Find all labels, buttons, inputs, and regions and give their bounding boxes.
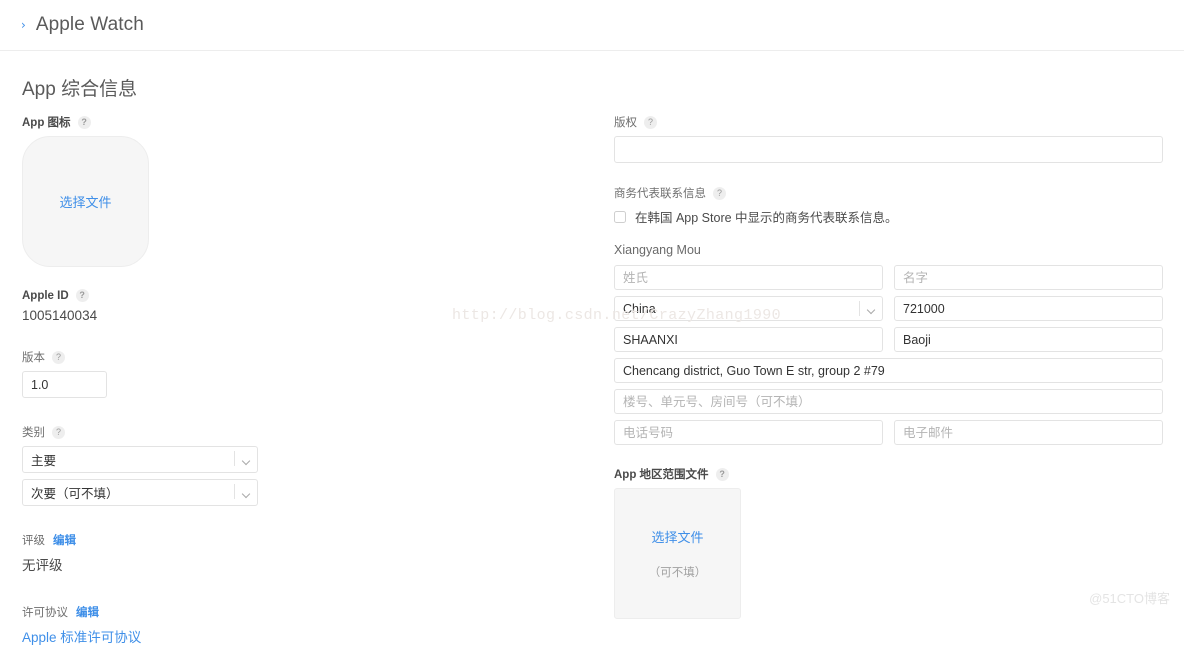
help-icon[interactable]: ? [644,115,657,129]
business-contact-label: 商务代表联系信息 [614,188,706,200]
contact-name-line: Xiangyang Mou [614,243,701,257]
help-icon[interactable]: ? [715,467,729,481]
address-line2-input[interactable] [614,389,1163,414]
license-agreement-link[interactable]: Apple 标准许可协议 [22,626,282,646]
app-icon-label-row: App 图标 ? [22,114,282,130]
help-icon[interactable]: ? [75,289,89,302]
version-label: 版本 [22,352,45,364]
phone-input[interactable] [614,420,883,445]
country-value[interactable] [614,296,883,321]
korea-store-checkbox-label: 在韩国 App Store 中显示的商务代表联系信息。 [635,211,898,225]
help-icon[interactable]: ? [52,350,65,364]
country-select[interactable] [614,296,883,321]
city-input[interactable] [894,327,1163,352]
rating-edit-link[interactable]: 编辑 [53,532,76,548]
license-label: 许可协议 [22,607,68,619]
category-primary-value[interactable] [22,446,258,473]
address-line1-input[interactable] [614,358,1163,383]
category-label: 类别 [22,427,45,439]
apple-id-label-row: Apple ID ? [22,289,282,302]
breadcrumb[interactable]: › Apple Watch [0,14,144,36]
select-divider [234,484,235,499]
region-file-label: App 地区范围文件 [614,469,709,481]
region-file-choose-file-link[interactable]: 选择文件 [651,527,703,546]
license-label-row: 许可协议 编辑 [22,604,282,620]
category-primary-select[interactable] [22,446,258,473]
copyright-label-row: 版权 ? [614,114,1163,130]
apple-id-value: 1005140034 [22,308,98,323]
help-icon[interactable]: ? [52,425,65,439]
last-name-input[interactable] [614,265,883,290]
korea-store-checkbox[interactable] [614,210,626,223]
app-icon-upload-box[interactable]: 选择文件 [22,136,149,267]
app-icon-label: App 图标 [22,117,71,129]
region-file-label-row: App 地区范围文件 ? [614,466,1163,482]
version-label-row: 版本 ? [22,349,282,365]
category-label-row: 类别 ? [22,424,282,440]
category-secondary-value[interactable] [22,479,258,506]
contact-phone-email-grid [614,420,1163,445]
chevron-right-icon: › [21,18,26,32]
page-header: › Apple Watch [0,0,1184,51]
help-icon[interactable]: ? [77,115,91,129]
category-secondary-select[interactable] [22,479,258,506]
province-input[interactable] [614,327,883,352]
left-column: App 图标 ? 选择文件 Apple ID ? 1005140034 版本 ?… [22,114,282,646]
help-icon[interactable]: ? [713,186,726,200]
select-divider [234,451,235,466]
rating-label-row: 评级 编辑 [22,532,282,548]
first-name-input[interactable] [894,265,1163,290]
page-title: App 综合信息 [22,79,138,100]
right-column: 版权 ? 商务代表联系信息 ? 在韩国 App Store 中显示的商务代表联系… [614,114,1163,619]
copyright-label: 版权 [614,117,637,129]
breadcrumb-title: Apple Watch [35,14,144,35]
contact-address-grid [614,265,1163,352]
business-contact-label-row: 商务代表联系信息 ? [614,185,1163,201]
region-file-upload-box[interactable]: 选择文件 （可不填） [614,488,741,619]
region-file-optional-note: （可不填） [648,567,707,579]
korea-store-checkbox-row[interactable]: 在韩国 App Store 中显示的商务代表联系信息。 [614,207,1163,226]
license-edit-link[interactable]: 编辑 [76,604,99,620]
email-input[interactable] [894,420,1163,445]
rating-value: 无评级 [22,558,63,573]
select-divider [859,301,860,316]
version-input[interactable] [22,371,107,398]
rating-label: 评级 [22,535,45,547]
copyright-input[interactable] [614,136,1163,163]
apple-id-label: Apple ID [22,289,69,302]
app-icon-choose-file-link[interactable]: 选择文件 [59,192,111,211]
postal-code-input[interactable] [894,296,1163,321]
